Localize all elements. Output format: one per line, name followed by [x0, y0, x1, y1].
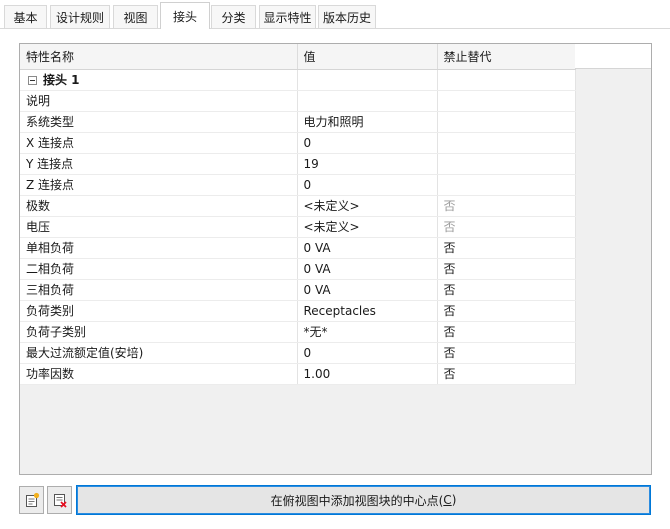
table-row[interactable]: 单相负荷 0 VA 否 [20, 237, 576, 259]
property-override[interactable]: 否 [437, 195, 576, 217]
group-label: 接头 1 [43, 73, 80, 87]
table-row[interactable]: Y 连接点 19 [20, 153, 576, 175]
tab-bar: 基本 设计规则 视图 接头 分类 显示特性 版本历史 [0, 0, 670, 29]
table-row[interactable]: Z 连接点 0 [20, 174, 576, 196]
property-value[interactable]: 0 [297, 174, 438, 196]
property-name: 负荷子类别 [20, 321, 298, 343]
table-row[interactable]: X 连接点 0 [20, 132, 576, 154]
group-value-cell [297, 69, 438, 91]
tab-design-rules[interactable]: 设计规则 [50, 5, 110, 28]
table-row[interactable]: 负荷子类别 *无* 否 [20, 321, 576, 343]
property-override[interactable] [437, 90, 576, 112]
property-override[interactable]: 否 [437, 321, 576, 343]
property-override[interactable]: 否 [437, 258, 576, 280]
collapse-minus-icon[interactable] [28, 76, 37, 85]
column-header-no-override[interactable]: 禁止替代 [437, 44, 576, 70]
property-override[interactable] [437, 111, 576, 133]
table-row[interactable]: 三相负荷 0 VA 否 [20, 279, 576, 301]
property-table: 特性名称 值 禁止替代 接头 1 说明 系统类型 电力和照明 X 连接点 0 Y… [20, 44, 576, 385]
center-button-mnemonic: C [443, 493, 452, 507]
property-name: 说明 [20, 90, 298, 112]
property-name: 最大过流额定值(安培) [20, 342, 298, 364]
property-value[interactable]: 0 VA [297, 258, 438, 280]
delete-connector-button[interactable] [47, 486, 72, 514]
table-row[interactable]: 功率因数 1.00 否 [20, 363, 576, 385]
property-override[interactable] [437, 174, 576, 196]
property-value[interactable]: 电力和照明 [297, 111, 438, 133]
property-name: 单相负荷 [20, 237, 298, 259]
property-name: Y 连接点 [20, 153, 298, 175]
property-name: 功率因数 [20, 363, 298, 385]
property-value[interactable]: *无* [297, 321, 438, 343]
center-button-suffix: ) [451, 493, 457, 507]
column-header-property-name[interactable]: 特性名称 [20, 44, 298, 70]
property-override[interactable]: 否 [437, 237, 576, 259]
grid-header-row: 特性名称 值 禁止替代 [20, 44, 576, 70]
table-row[interactable]: 二相负荷 0 VA 否 [20, 258, 576, 280]
property-override[interactable] [437, 153, 576, 175]
property-value[interactable]: 0 VA [297, 237, 438, 259]
property-name: 三相负荷 [20, 279, 298, 301]
property-grid: 特性名称 值 禁止替代 接头 1 说明 系统类型 电力和照明 X 连接点 0 Y… [19, 43, 652, 475]
property-name: 二相负荷 [20, 258, 298, 280]
property-name: 电压 [20, 216, 298, 238]
property-override[interactable]: 否 [437, 363, 576, 385]
property-value[interactable]: 0 [297, 132, 438, 154]
tab-display-properties[interactable]: 显示特性 [259, 5, 316, 28]
delete-connector-icon [53, 494, 67, 508]
tab-basic[interactable]: 基本 [4, 5, 47, 28]
property-value[interactable]: <未定义> [297, 195, 438, 217]
property-override[interactable]: 否 [437, 342, 576, 364]
table-row[interactable]: 电压 <未定义> 否 [20, 216, 576, 238]
property-override[interactable]: 否 [437, 279, 576, 301]
table-row[interactable]: 极数 <未定义> 否 [20, 195, 576, 217]
property-override[interactable]: 否 [437, 300, 576, 322]
table-row[interactable]: 说明 [20, 90, 576, 112]
column-header-value[interactable]: 值 [297, 44, 438, 70]
property-value[interactable]: 19 [297, 153, 438, 175]
table-row[interactable]: 系统类型 电力和照明 [20, 111, 576, 133]
group-cell[interactable]: 接头 1 [20, 69, 298, 91]
property-name: 极数 [20, 195, 298, 217]
add-view-block-center-button[interactable]: 在俯视图中添加视图块的中心点(C) [76, 485, 651, 515]
tab-version-history[interactable]: 版本历史 [318, 5, 376, 28]
header-filler [575, 44, 651, 69]
property-value[interactable] [297, 90, 438, 112]
property-name: 负荷类别 [20, 300, 298, 322]
group-row-connector-1[interactable]: 接头 1 [20, 69, 576, 91]
property-name: X 连接点 [20, 132, 298, 154]
add-connector-button[interactable] [19, 486, 44, 514]
property-value[interactable]: <未定义> [297, 216, 438, 238]
property-value[interactable]: 0 [297, 342, 438, 364]
tab-connector[interactable]: 接头 [160, 2, 210, 29]
add-connector-icon [25, 492, 39, 507]
table-row[interactable]: 最大过流额定值(安培) 0 否 [20, 342, 576, 364]
tab-classification[interactable]: 分类 [211, 5, 256, 28]
property-name: Z 连接点 [20, 174, 298, 196]
tab-view[interactable]: 视图 [113, 5, 158, 28]
property-value[interactable]: 1.00 [297, 363, 438, 385]
property-override[interactable] [437, 132, 576, 154]
group-override-cell [437, 69, 576, 91]
property-override[interactable]: 否 [437, 216, 576, 238]
property-value[interactable]: Receptacles [297, 300, 438, 322]
property-name: 系统类型 [20, 111, 298, 133]
center-button-label: 在俯视图中添加视图块的中心点( [270, 493, 444, 508]
property-value[interactable]: 0 VA [297, 279, 438, 301]
table-row[interactable]: 负荷类别 Receptacles 否 [20, 300, 576, 322]
